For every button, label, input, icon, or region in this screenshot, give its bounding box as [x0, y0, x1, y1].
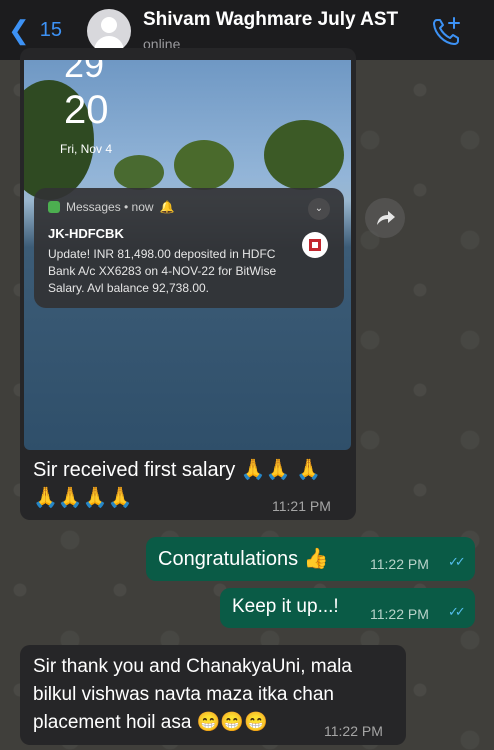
message-image[interactable]: 29 20 Fri, Nov 4 Messages • now 🔔 ⌄ JK-H…: [24, 60, 351, 450]
message-time: 11:22 PM: [370, 606, 429, 622]
message-time: 11:22 PM: [324, 723, 383, 739]
add-call-button[interactable]: [430, 14, 464, 48]
message-text: Keep it up...!: [232, 596, 339, 617]
notification-app: Messages • now 🔔: [48, 200, 175, 214]
back-button[interactable]: ❮ 15: [8, 15, 63, 45]
message-time: 11:22 PM: [370, 556, 429, 572]
chevron-left-icon: ❮: [8, 15, 30, 45]
outgoing-message[interactable]: Keep it up...! 11:22 PM ✓✓: [220, 588, 475, 628]
lockscreen-minute: 20: [64, 88, 109, 132]
avatar[interactable]: [87, 9, 131, 53]
phone-plus-icon: [433, 17, 460, 45]
messages-app-icon: [48, 201, 60, 213]
read-receipt-icon: ✓✓: [448, 604, 466, 619]
notification-body: Update! INR 81,498.00 deposited in HDFC …: [48, 247, 277, 295]
message-text: Congratulations 👍: [158, 548, 329, 570]
forward-button[interactable]: [365, 198, 405, 238]
message-time: 11:21 PM: [272, 498, 331, 514]
incoming-message[interactable]: Sir thank you and ChanakyaUni, mala bilk…: [20, 645, 406, 745]
hdfc-logo-icon: [302, 232, 328, 258]
notification-sender: JK-HDFCBK: [48, 226, 124, 241]
notification-app-label: Messages • now: [66, 200, 154, 214]
lockscreen-date: Fri, Nov 4: [60, 142, 113, 156]
read-receipt-icon: ✓✓: [448, 554, 466, 569]
unread-count: 15: [39, 18, 63, 41]
contact-name[interactable]: Shivam Waghmare July AST: [143, 9, 398, 31]
lockscreen-hour: 29: [64, 60, 105, 85]
bell-icon: 🔔: [159, 200, 175, 214]
outgoing-message[interactable]: Congratulations 👍 11:22 PM ✓✓: [146, 537, 475, 581]
forward-icon: [377, 211, 395, 225]
chevron-down-icon: ⌄: [308, 198, 330, 220]
sms-notification: Messages • now 🔔 ⌄ JK-HDFCBK Update! INR…: [34, 188, 344, 308]
